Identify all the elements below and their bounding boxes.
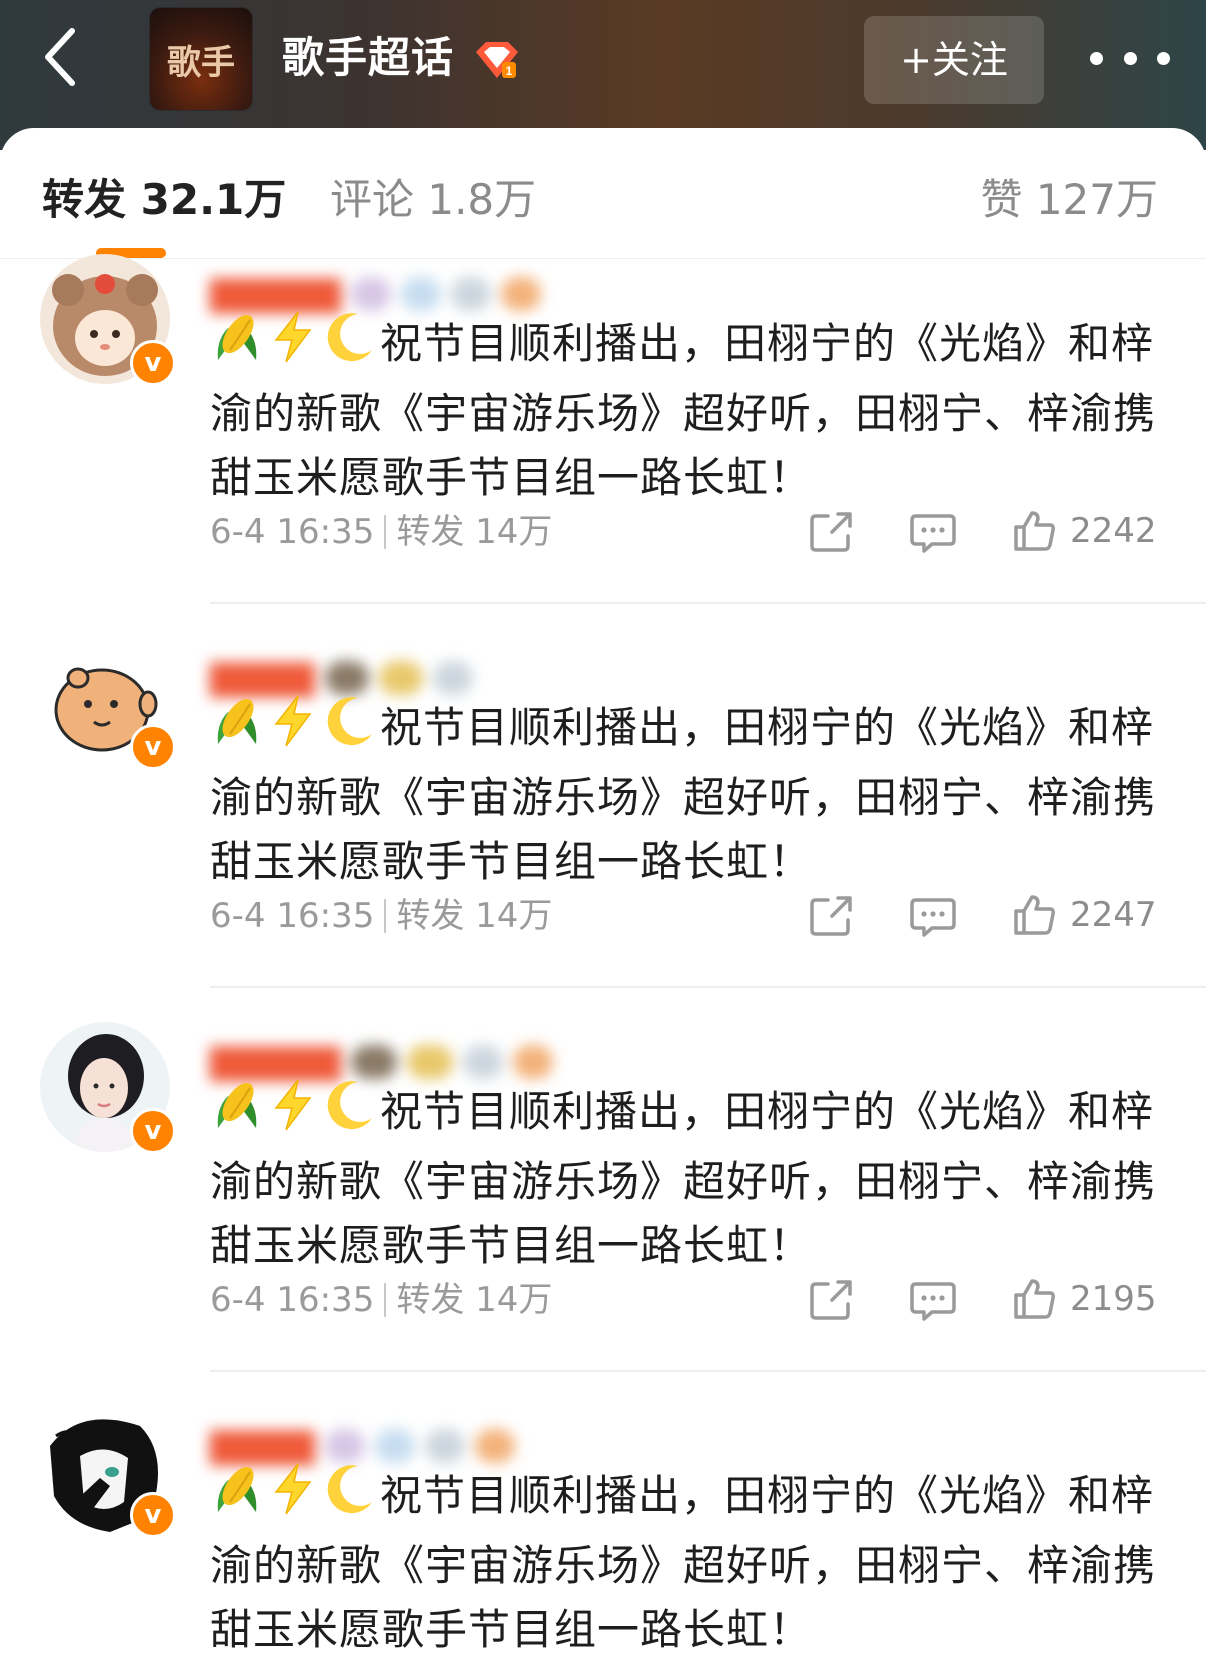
post-content: 祝节目顺利播出，田栩宁的《光焰》和梓渝的新歌《宇宙游乐场》超好听，田栩宁、梓渝携… (210, 310, 1160, 510)
post-meta: 6-4 16:35 转发 14万 (210, 894, 552, 938)
post-meta: 6-4 16:35 转发 14万 (210, 510, 552, 554)
divider (210, 1370, 1206, 1372)
comment-icon[interactable] (910, 510, 956, 554)
verified-badge-icon: v (130, 1108, 176, 1154)
tab-bar: 转发 32.1万 评论 1.8万 赞 127万 (0, 130, 1206, 259)
list-item: v ▇▇▇▇ 祝节目顺利播出，田栩宁的《光焰》和梓渝的新歌《宇宙游乐场》超好听，… (0, 638, 1206, 1022)
like-button[interactable]: 2195 (1012, 1274, 1157, 1324)
corn-emoji-icon (210, 1078, 264, 1150)
list-item: v ▇▇▇▇ 祝节目顺利播出，田栩宁的《光焰》和梓渝的新歌《宇宙游乐场》超好听，… (0, 1406, 1206, 1672)
like-count: 2242 (1070, 511, 1157, 551)
thumbs-up-icon (1014, 511, 1055, 551)
post-content: 祝节目顺利播出，田栩宁的《光焰》和梓渝的新歌《宇宙游乐场》超好听，田栩宁、梓渝携… (210, 1462, 1160, 1662)
repost-count: 转发 14万 (396, 896, 553, 936)
corn-emoji-icon (210, 1462, 264, 1534)
post-time: 6-4 16:35 (210, 1280, 375, 1320)
lightning-emoji-icon (268, 310, 318, 382)
post-time: 6-4 16:35 (210, 512, 375, 552)
topic-logo[interactable]: 歌手 (150, 8, 252, 110)
comment-icon[interactable] (910, 894, 956, 938)
crescent-moon-emoji-icon (322, 1462, 376, 1534)
crescent-moon-emoji-icon (322, 694, 376, 766)
lightning-emoji-icon (268, 1462, 318, 1534)
svg-text:1: 1 (506, 64, 513, 78)
share-icon[interactable] (808, 1278, 854, 1322)
verified-badge-icon: v (130, 340, 176, 386)
repost-count: 转发 14万 (396, 1280, 553, 1320)
chevron-left-icon (45, 28, 75, 86)
like-button[interactable]: 2242 (1012, 506, 1157, 556)
post-time: 6-4 16:35 (210, 896, 375, 936)
topic-logo-text: 歌手 (167, 42, 235, 83)
like-button[interactable]: 2247 (1012, 890, 1157, 940)
thumbs-up-icon (1014, 1279, 1055, 1319)
divider (210, 602, 1206, 604)
list-item: v ▇▇▇▇▇ 祝节目顺利播出，田栩宁的《光焰》和梓渝的新歌《宇宙游乐场》超好听… (0, 254, 1206, 638)
post-content: 祝节目顺利播出，田栩宁的《光焰》和梓渝的新歌《宇宙游乐场》超好听，田栩宁、梓渝携… (210, 694, 1160, 894)
post-meta: 6-4 16:35 转发 14万 (210, 1278, 552, 1322)
divider (210, 986, 1206, 988)
lightning-emoji-icon (268, 1078, 318, 1150)
back-button[interactable] (30, 22, 90, 92)
tab-comments[interactable]: 评论 1.8万 (330, 170, 536, 230)
tab-reposts[interactable]: 转发 32.1万 (42, 170, 286, 230)
verified-badge-icon: v (130, 1492, 176, 1538)
verified-badge-icon: v (130, 724, 176, 770)
lightning-emoji-icon (268, 694, 318, 766)
follow-button[interactable]: +关注 (864, 16, 1044, 104)
crescent-moon-emoji-icon (322, 310, 376, 382)
corn-emoji-icon (210, 310, 264, 382)
page-title: 歌手超话 (282, 33, 455, 82)
post-content: 祝节目顺利播出，田栩宁的《光焰》和梓渝的新歌《宇宙游乐场》超好听，田栩宁、梓渝携… (210, 1078, 1160, 1278)
like-count: 2195 (1070, 1279, 1157, 1319)
share-icon[interactable] (808, 510, 854, 554)
crescent-moon-emoji-icon (322, 1078, 376, 1150)
like-count: 2247 (1070, 895, 1157, 935)
corn-emoji-icon (210, 694, 264, 766)
share-icon[interactable] (808, 894, 854, 938)
list-item: v ▇▇▇▇▇ 祝节目顺利播出，田栩宁的《光焰》和梓渝的新歌《宇宙游乐场》超好听… (0, 1022, 1206, 1406)
more-options-icon[interactable] (1090, 36, 1170, 80)
tab-likes[interactable]: 赞 127万 (980, 170, 1158, 230)
super-topic-badge-icon: 1 (476, 42, 518, 78)
repost-count: 转发 14万 (396, 512, 553, 552)
comment-icon[interactable] (910, 1278, 956, 1322)
thumbs-up-icon (1014, 895, 1055, 935)
